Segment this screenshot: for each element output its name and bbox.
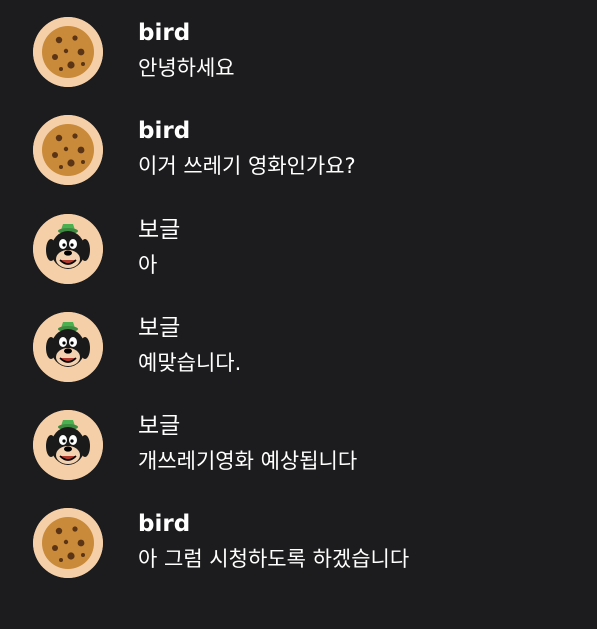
chat-message: 보글 개쓰레기영화 예상됩니다 xyxy=(0,393,597,491)
chat-message: bird 아 그럼 시청하도록 하겠습니다 xyxy=(0,491,597,589)
cookie-avatar-icon[interactable] xyxy=(33,508,103,578)
chat-message: bird 이거 쓰레기 영화인가요? xyxy=(0,98,597,196)
goofy-avatar-icon[interactable] xyxy=(33,312,103,382)
message-author[interactable]: bird xyxy=(138,18,190,48)
message-text: 아 그럼 시청하도록 하겠습니다 xyxy=(138,547,410,571)
message-author[interactable]: bird xyxy=(138,509,190,539)
message-text: 아 xyxy=(138,253,158,277)
message-text: 이거 쓰레기 영화인가요? xyxy=(138,154,356,178)
goofy-avatar-icon[interactable] xyxy=(33,410,103,480)
cookie-avatar-icon[interactable] xyxy=(33,17,103,87)
cookie-avatar-icon[interactable] xyxy=(33,115,103,185)
message-author[interactable]: 보글 xyxy=(138,215,180,245)
chat-message: 보글 예맞습니다. xyxy=(0,295,597,393)
chat-message: bird 안녕하세요 xyxy=(0,0,597,98)
message-author[interactable]: 보글 xyxy=(138,313,180,343)
chat-message: 보글 아 xyxy=(0,197,597,295)
message-text: 예맞습니다. xyxy=(138,351,242,375)
chat-log: bird 안녕하세요 bird 이거 쓰레기 영화인가요? 보글 아 보글 예맞… xyxy=(0,0,597,629)
message-author[interactable]: 보글 xyxy=(138,411,180,441)
message-text: 개쓰레기영화 예상됩니다 xyxy=(138,449,358,473)
message-text: 안녕하세요 xyxy=(138,56,235,80)
message-author[interactable]: bird xyxy=(138,116,190,146)
goofy-avatar-icon[interactable] xyxy=(33,214,103,284)
